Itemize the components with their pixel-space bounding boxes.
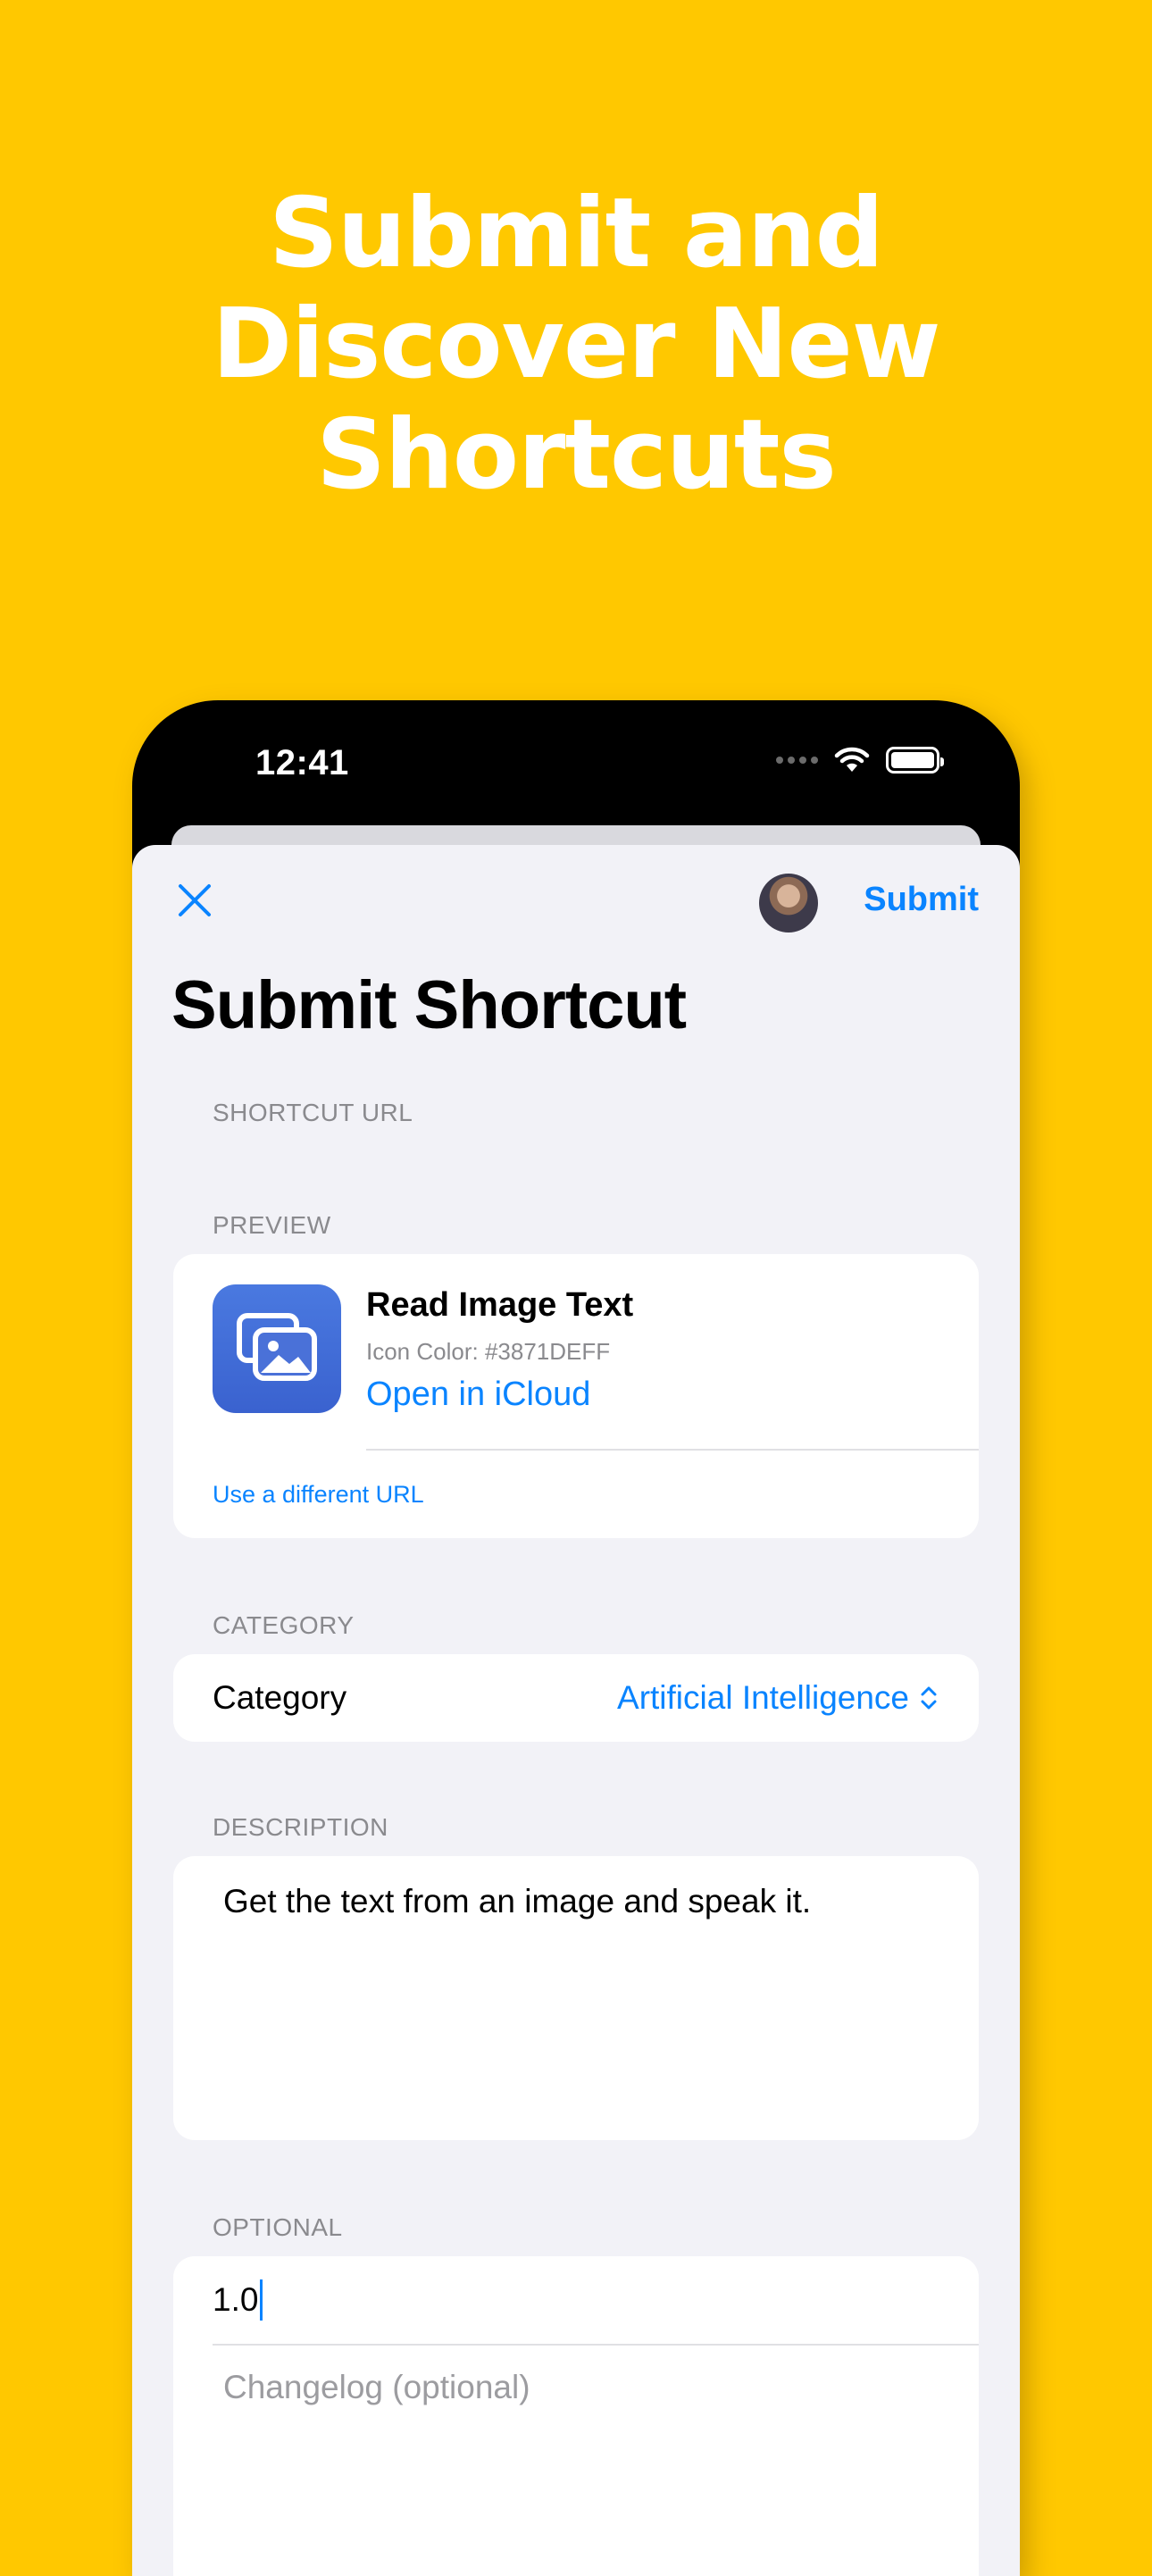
open-in-icloud-link[interactable]: Open in iCloud xyxy=(366,1376,590,1414)
section-header-optional: OPTIONAL xyxy=(213,2213,343,2241)
close-button[interactable] xyxy=(173,879,216,922)
description-text: Get the text from an image and speak it. xyxy=(223,1883,812,1919)
category-picker[interactable]: Artificial Intelligence xyxy=(617,1679,938,1717)
version-field[interactable]: 1.0 xyxy=(213,2279,263,2321)
shortcut-name: Read Image Text xyxy=(366,1286,634,1324)
promo-headline: Submit and Discover New Shortcuts xyxy=(0,179,1152,511)
photos-icon xyxy=(237,1313,317,1381)
avatar[interactable] xyxy=(759,874,818,933)
icon-color-label: Icon Color: #3871DEFF xyxy=(366,1338,611,1365)
shortcut-icon xyxy=(213,1284,341,1413)
section-header-shortcut-url: SHORTCUT URL xyxy=(213,1099,413,1126)
category-row[interactable]: Category Artificial Intelligence xyxy=(173,1654,979,1742)
section-header-description: DESCRIPTION xyxy=(213,1813,388,1841)
page-title: Submit Shortcut xyxy=(171,967,687,1043)
battery-icon xyxy=(886,747,944,774)
use-different-url-link[interactable]: Use a different URL xyxy=(213,1481,424,1509)
chevron-up-down-icon xyxy=(921,1686,937,1710)
preview-card: Read Image Text Icon Color: #3871DEFF Op… xyxy=(173,1254,979,1538)
section-header-category: CATEGORY xyxy=(213,1611,355,1639)
status-time: 12:41 xyxy=(255,743,349,782)
submit-button[interactable]: Submit xyxy=(864,881,979,919)
preview-divider xyxy=(366,1449,979,1451)
close-icon xyxy=(179,884,211,916)
wifi-icon xyxy=(834,747,870,772)
optional-divider xyxy=(213,2344,979,2346)
submit-sheet: Submit Submit Shortcut SHORTCUT URL PREV… xyxy=(132,845,1020,2576)
headline-line-3: Shortcuts xyxy=(316,399,837,511)
changelog-field[interactable]: Changelog (optional) xyxy=(223,2369,530,2406)
version-value: 1.0 xyxy=(213,2281,259,2318)
text-cursor xyxy=(260,2279,263,2321)
optional-card: 1.0 Changelog (optional) xyxy=(173,2256,979,2576)
phone-frame: 12:41 Submit Submit Shortcut SHORTCUT UR… xyxy=(132,700,1020,2576)
category-label: Category xyxy=(213,1679,347,1716)
category-value: Artificial Intelligence xyxy=(617,1679,909,1716)
section-header-preview: PREVIEW xyxy=(213,1211,331,1239)
headline-line-2: Discover New xyxy=(212,289,940,400)
status-indicators xyxy=(776,747,944,774)
headline-line-1: Submit and xyxy=(269,178,884,289)
description-field[interactable]: Get the text from an image and speak it. xyxy=(173,1856,979,2140)
cellular-signal-icon xyxy=(776,757,818,764)
